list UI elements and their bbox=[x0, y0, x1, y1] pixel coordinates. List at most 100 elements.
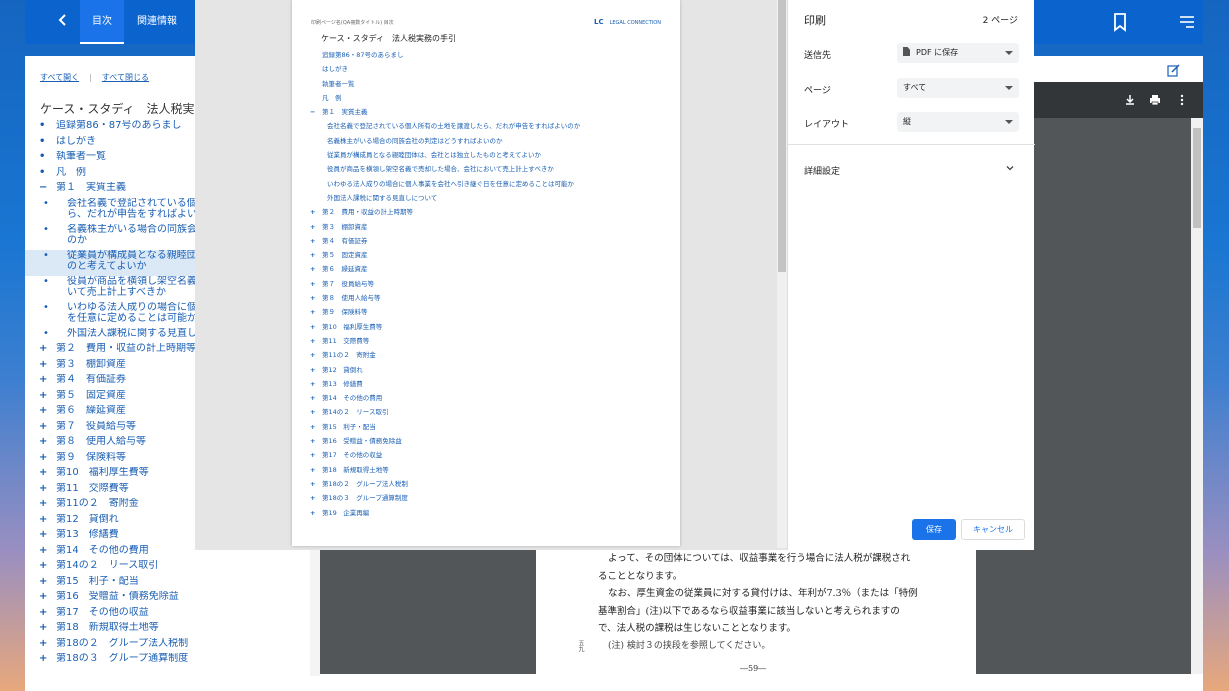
expand-icon: + bbox=[310, 365, 316, 374]
destination-label: 送信先 bbox=[804, 51, 832, 61]
expand-icon: + bbox=[310, 322, 316, 331]
expand-icon: + bbox=[310, 508, 316, 517]
expand-icon[interactable]: + bbox=[39, 622, 53, 633]
preview-item-label: はしがき bbox=[322, 65, 348, 74]
cancel-button[interactable]: キャンセル bbox=[961, 519, 1025, 540]
expand-icon[interactable]: + bbox=[39, 421, 53, 432]
preview-item: + 第18の３ グループ通算制度 bbox=[310, 491, 670, 505]
expand-icon[interactable]: + bbox=[39, 343, 53, 354]
expand-icon: + bbox=[310, 336, 316, 345]
preview-item: + 第17 その他の収益 bbox=[310, 448, 670, 462]
toc-item-label: 執筆者一覧 bbox=[56, 151, 106, 162]
preview-item-label: 第14 その他の費用 bbox=[322, 394, 383, 403]
edit-icon[interactable] bbox=[1167, 64, 1180, 77]
pages-value: すべて bbox=[903, 83, 927, 92]
expand-icon[interactable]: + bbox=[39, 405, 53, 416]
layout-select[interactable]: 縦 bbox=[897, 112, 1019, 132]
toc-item-label: 第２ 費用・収益の計上時期等 bbox=[56, 343, 196, 354]
preview-item: + 第13 修繕費 bbox=[310, 377, 670, 391]
preview-scroll-thumb[interactable] bbox=[778, 0, 786, 272]
preview-item: − 第１ 実質主義 bbox=[310, 105, 670, 119]
preview-subitem: 会社名義で登記されている個人所有の土地を譲渡したら、だれが申告をすればよいのか bbox=[310, 119, 670, 133]
expand-all-link[interactable]: すべて開く bbox=[40, 73, 79, 82]
more-vert-icon[interactable] bbox=[1176, 94, 1188, 106]
print-page-count: 2 ページ bbox=[982, 16, 1018, 26]
preview-subitem: 従業員が構成員となる親睦団体は、会社とは独立したものと考えてよいか bbox=[310, 148, 670, 162]
dropdown-caret-icon bbox=[1005, 86, 1013, 90]
page-body-text: よって、その団体については、収益事業を行う場合に法人税が課税されることとなります… bbox=[598, 550, 918, 655]
expand-icon[interactable]: + bbox=[39, 452, 53, 463]
expand-icon[interactable]: + bbox=[39, 359, 53, 370]
toc-item[interactable]: + 第18の３ グループ通算制度 bbox=[25, 653, 315, 669]
preview-item-label: 名義株主がいる場合の同族会社の判定はどうすればよいのか bbox=[327, 136, 503, 145]
collapse-icon[interactable]: − bbox=[39, 182, 53, 193]
expand-icon: + bbox=[310, 351, 316, 360]
expand-icon[interactable]: + bbox=[39, 483, 53, 494]
toc-item[interactable]: + 第18の２ グループ法人税制 bbox=[25, 638, 315, 654]
preview-item-label: 第１ 実質主義 bbox=[322, 108, 368, 117]
expand-icon[interactable]: + bbox=[39, 436, 53, 447]
expand-icon[interactable]: + bbox=[39, 638, 53, 649]
pages-label: ページ bbox=[804, 86, 831, 96]
expand-icon[interactable]: + bbox=[39, 467, 53, 478]
back-button[interactable] bbox=[53, 12, 73, 32]
toc-item-label: 第５ 固定資産 bbox=[56, 389, 126, 401]
preview-item: + 第７ 役員給与等 bbox=[310, 277, 670, 291]
brand-logo: LC bbox=[594, 18, 604, 26]
menu-icon[interactable] bbox=[1178, 14, 1196, 30]
preview-item-label: 第17 その他の収益 bbox=[322, 451, 383, 460]
bullet-icon: • bbox=[43, 249, 49, 261]
toc-item-label-cont: のと考えてよいか bbox=[67, 260, 147, 272]
layout-value: 縦 bbox=[903, 117, 911, 126]
collapse-all-link[interactable]: すべて閉じる bbox=[102, 73, 149, 82]
toc-item[interactable]: + 第15 利子・配当 bbox=[25, 576, 315, 592]
preview-item: + 第15 利子・配当 bbox=[310, 420, 670, 434]
expand-icon: + bbox=[310, 451, 316, 460]
expand-icon[interactable]: + bbox=[39, 560, 53, 571]
chevron-down-icon[interactable] bbox=[1006, 164, 1014, 172]
expand-icon[interactable]: + bbox=[39, 498, 53, 509]
expand-icon[interactable]: + bbox=[39, 529, 53, 540]
preview-item-label: 第11の２ 寄附金 bbox=[322, 351, 376, 360]
toc-item-label-cont: のか bbox=[67, 234, 87, 246]
destination-select[interactable]: PDF に保存 bbox=[897, 43, 1019, 63]
toc-item-label: 第８ 使用人給与等 bbox=[56, 436, 146, 447]
bullet-icon: • bbox=[43, 301, 49, 313]
save-button[interactable]: 保存 bbox=[912, 519, 956, 540]
expand-icon[interactable]: + bbox=[39, 390, 53, 401]
preview-item: 執筆者一覧 bbox=[310, 77, 670, 91]
bookmark-icon[interactable] bbox=[1112, 12, 1128, 32]
expand-icon[interactable]: + bbox=[39, 545, 53, 556]
preview-item-label: 第18 新規取得土地等 bbox=[322, 465, 389, 474]
body-paragraph: なお、厚生資金の従業員に対する貸付けは、年利が7.3％（または「特例基準割合」(… bbox=[598, 588, 918, 634]
expand-icon[interactable]: + bbox=[39, 653, 53, 664]
tab-toc[interactable]: 目次 bbox=[80, 0, 124, 44]
toc-item[interactable]: + 第18 新規取得土地等 bbox=[25, 622, 315, 638]
download-icon[interactable] bbox=[1124, 94, 1136, 106]
expand-icon: + bbox=[310, 494, 316, 503]
pages-select[interactable]: すべて bbox=[897, 78, 1019, 98]
pdf-scroll-thumb[interactable] bbox=[1193, 128, 1201, 228]
preview-item-label: 第３ 棚卸資産 bbox=[322, 222, 368, 231]
preview-header-left: 印刷ページ名(QA冊数タイトル) 目次 bbox=[311, 20, 394, 26]
toc-item[interactable]: + 第17 その他の収益 bbox=[25, 607, 315, 623]
pdf-canvas-left bbox=[320, 548, 536, 674]
expand-icon[interactable]: + bbox=[39, 607, 53, 618]
bullet-icon: • bbox=[43, 275, 49, 287]
toc-item-label: 第18 新規取得土地等 bbox=[56, 622, 159, 633]
expand-icon[interactable]: + bbox=[39, 514, 53, 525]
toc-item[interactable]: + 第16 受贈益・債務免除益 bbox=[25, 591, 315, 607]
preview-item-label: いわゆる法人成りの場合に個人事業を会社へ引き継ぐ日を任意に定めることは可能か bbox=[327, 179, 574, 188]
preview-item: + 第14 その他の費用 bbox=[310, 391, 670, 405]
toc-item-label: 第17 その他の収益 bbox=[56, 606, 149, 618]
expand-controls: すべて開く | すべて閉じる bbox=[40, 73, 149, 82]
expand-icon[interactable]: + bbox=[39, 591, 53, 602]
toc-item[interactable]: + 第14の２ リース取引 bbox=[25, 560, 315, 576]
expand-icon[interactable]: + bbox=[39, 576, 53, 587]
expand-icon[interactable]: + bbox=[39, 374, 53, 385]
print-icon[interactable] bbox=[1149, 94, 1161, 106]
advanced-settings-toggle[interactable]: 詳細設定 bbox=[804, 164, 840, 177]
bullet-icon: • bbox=[39, 151, 46, 162]
tab-related-info[interactable]: 関連情報 bbox=[125, 0, 189, 44]
preview-title: ケース・スタディ 法人税実務の手引 bbox=[321, 34, 457, 43]
